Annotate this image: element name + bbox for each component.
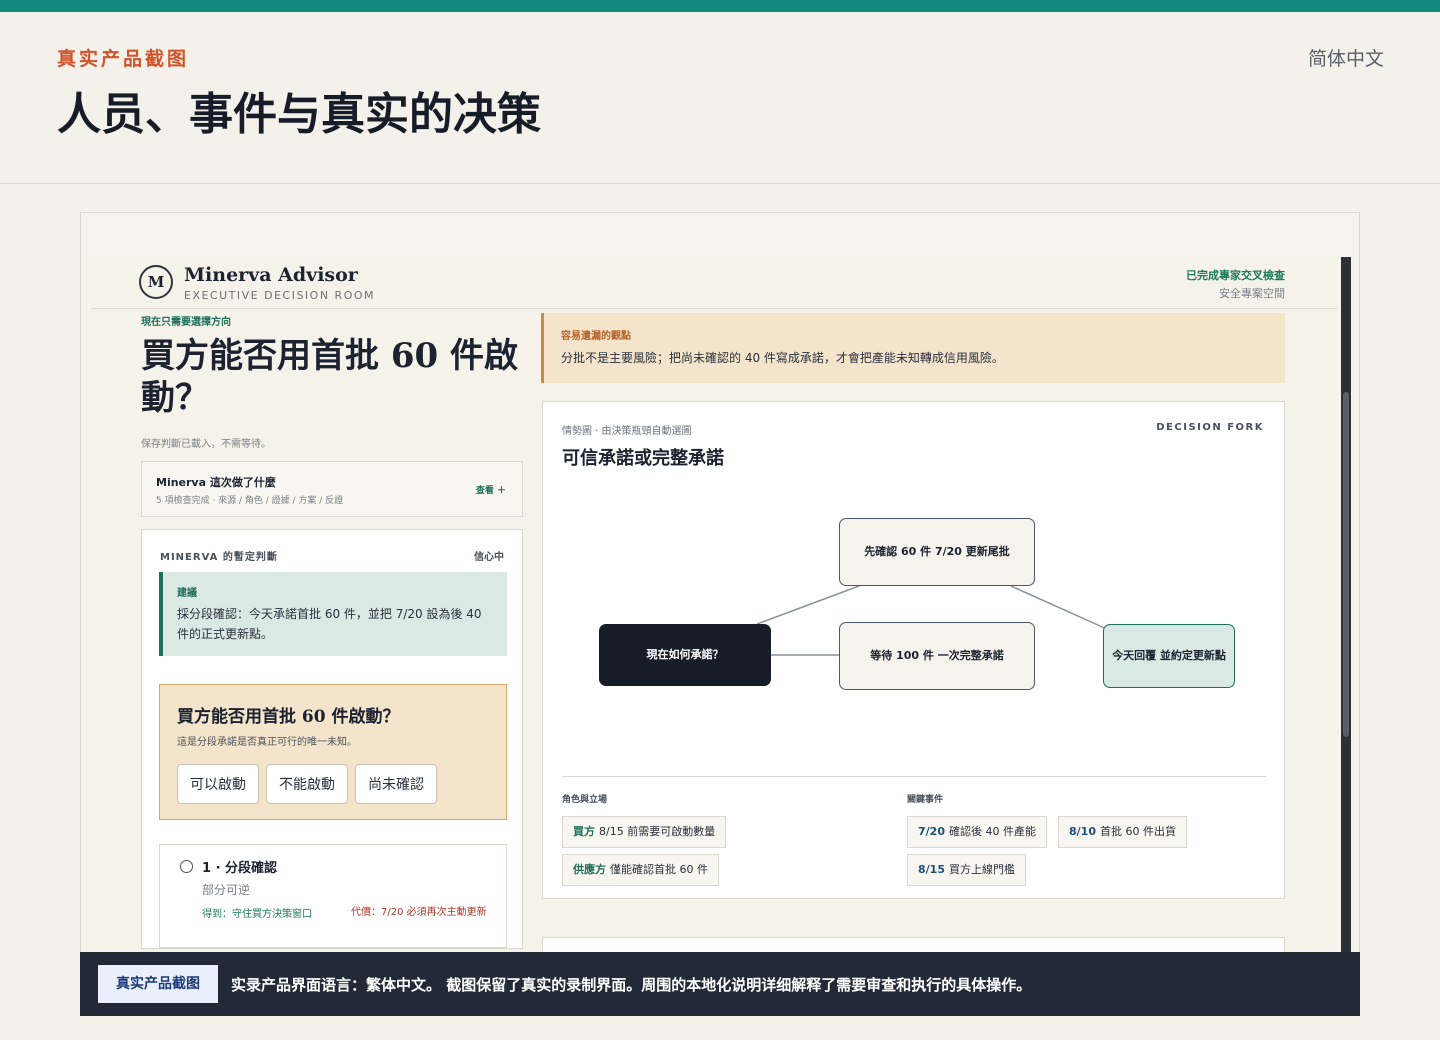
fork-node-wait[interactable]: 等待 100 件 一次完整承諾 (839, 622, 1035, 690)
verdict-card: MINERVA 的暫定判斷 信心中 建議 採分段確認：今天承諾首批 60 件，並… (141, 529, 523, 949)
fork-node-reply[interactable]: 今天回覆 並約定更新點 (1103, 624, 1235, 688)
event-text: 買方上線門檻 (948, 863, 1015, 876)
role-chip: 供應方 僅能確認首批 60 件 (562, 854, 719, 886)
missed-insight-banner: 容易遺漏的觀點 分批不是主要風險；把尚未確認的 40 件寫成承諾，才會把產能未知… (541, 313, 1285, 383)
role-name: 買方 (573, 825, 595, 838)
answer-buttons: 可以啟動 不能啟動 尚未確認 (177, 764, 437, 804)
brand-subtitle: EXECUTIVE DECISION ROOM (184, 289, 376, 302)
event-chip: 7/20 確認後 40 件產能 (907, 816, 1047, 848)
unknown-question-card: 買方能否用首批 60 件啟動？ 這是分段承諾是否真正可行的唯一未知。 可以啟動 … (159, 684, 507, 820)
decision-question: 買方能否用首批 60 件啟動？ (141, 336, 518, 418)
scrollbar-thumb[interactable] (1343, 392, 1349, 737)
option-card-staged[interactable]: 1 · 分段確認 部分可逆 得到：守住買方決策窗口 代價：7/20 必須再次主動… (159, 844, 507, 948)
unknown-question-sub: 這是分段承諾是否真正可行的唯一未知。 (177, 737, 357, 748)
option-reversibility: 部分可逆 (202, 883, 251, 897)
decision-kicker: 現在只需要選擇方向 (141, 317, 231, 328)
option-radio[interactable] (180, 860, 193, 873)
language-switcher[interactable]: 简体中文 (1308, 44, 1384, 71)
option-gain: 得到：守住買方決策窗口 (202, 909, 312, 920)
saved-note: 保存判斷已載入，不需等待。 (141, 439, 271, 450)
unknown-question-title: 買方能否用首批 60 件啟動？ (177, 707, 400, 727)
decision-fork-card: 情勢圖 · 由決策瓶頸自動選圖 DECISION FORK 可信承諾或完整承諾 … (542, 401, 1285, 899)
fork-node-staged[interactable]: 先確認 60 件 7/20 更新尾批 (839, 518, 1035, 586)
caption-bar: 真实产品截图 实录产品界面语言：繁体中文。 截图保留了真实的录制界面。周围的本地… (80, 952, 1360, 1016)
option-title: 1 · 分段確認 (202, 861, 278, 876)
event-date: 8/10 (1069, 825, 1096, 838)
advice-tag: 建議 (177, 588, 197, 599)
roles-label: 角色與立場 (562, 795, 608, 805)
event-text: 首批 60 件出貨 (1099, 825, 1176, 838)
event-chip: 8/15 買方上線門檻 (907, 854, 1026, 886)
event-chip: 8/10 首批 60 件出貨 (1058, 816, 1187, 848)
app-header: M Minerva Advisor EXECUTIVE DECISION ROO… (91, 257, 1337, 309)
brand-name: Minerva Advisor (184, 264, 358, 286)
missed-insight-tag: 容易遺漏的觀點 (561, 331, 631, 342)
role-name: 供應方 (573, 863, 606, 876)
page-header: 真实产品截图 人员、事件与真实的决策 简体中文 (0, 12, 1440, 184)
role-text: 僅能確認首批 60 件 (610, 863, 708, 876)
answer-cannot-start-button[interactable]: 不能啟動 (266, 764, 348, 804)
caption-text: 实录产品界面语言：繁体中文。 截图保留了真实的录制界面。周围的本地化说明详细解释… (231, 976, 1032, 994)
answer-can-start-button[interactable]: 可以啟動 (177, 764, 259, 804)
scrollbar[interactable] (1341, 257, 1351, 967)
minerva-logo-icon: M (139, 265, 173, 299)
review-status: 已完成專家交叉檢查 (1186, 269, 1285, 282)
advice-text: 採分段確認：今天承諾首批 60 件，並把 7/20 設為後 40 件的正式更新點… (177, 607, 482, 641)
workspace-label: 安全專案空間 (1219, 287, 1285, 300)
event-date: 8/15 (918, 863, 945, 876)
page-title: 人员、事件与真实的决策 (57, 89, 541, 140)
fork-node-now[interactable]: 現在如何承諾？ (599, 624, 771, 686)
page-eyebrow: 真实产品截图 (57, 48, 190, 70)
confidence-badge: 信心中 (474, 552, 504, 563)
work-summary-sub: 5 項檢查完成 · 來源 / 角色 / 證據 / 方案 / 反證 (156, 496, 344, 506)
screenshot-frame: M Minerva Advisor EXECUTIVE DECISION ROO… (80, 212, 1360, 1016)
view-details-link[interactable]: 查看 ＋ (476, 483, 506, 496)
divider (562, 776, 1266, 777)
work-summary-title: Minerva 這次做了什麼 (156, 476, 276, 489)
event-date: 7/20 (918, 825, 945, 838)
event-text: 確認後 40 件產能 (948, 825, 1036, 838)
app-window: M Minerva Advisor EXECUTIVE DECISION ROO… (91, 257, 1337, 977)
minerva-work-summary[interactable]: Minerva 這次做了什麼 5 項檢查完成 · 來源 / 角色 / 證據 / … (141, 461, 523, 517)
option-cost: 代價：7/20 必須再次主動更新 (351, 907, 487, 918)
verdict-heading: MINERVA 的暫定判斷 (160, 552, 278, 563)
edge-now-to-a (756, 585, 860, 625)
events-label: 關鍵事件 (907, 795, 944, 805)
caption-badge: 真实产品截图 (98, 965, 218, 1003)
answer-unconfirmed-button[interactable]: 尚未確認 (355, 764, 437, 804)
top-accent-bar (0, 0, 1440, 12)
role-text: 8/15 前需要可啟動數量 (599, 825, 716, 838)
advice-box: 建議 採分段確認：今天承諾首批 60 件，並把 7/20 設為後 40 件的正式… (159, 572, 507, 656)
missed-insight-text: 分批不是主要風險；把尚未確認的 40 件寫成承諾，才會把產能未知轉成信用風險。 (561, 351, 1004, 365)
role-chip: 買方 8/15 前需要可啟動數量 (562, 816, 727, 848)
